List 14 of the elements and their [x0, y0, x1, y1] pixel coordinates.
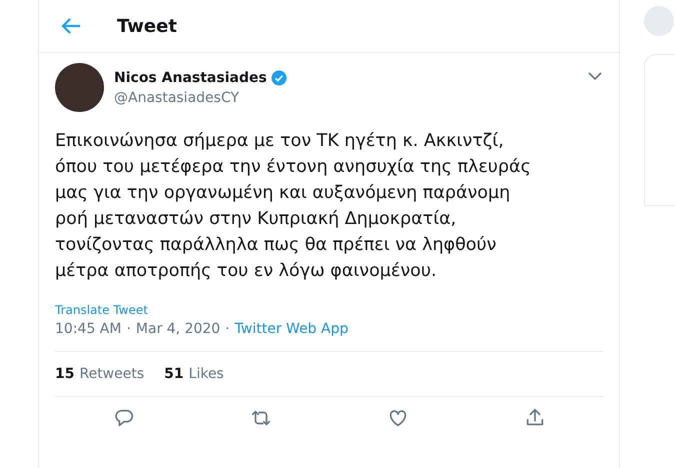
tweet-date: Mar 4, 2020: [136, 321, 220, 337]
separator: ·: [126, 321, 131, 337]
stat-link[interactable]: 51 Likes: [164, 366, 224, 382]
circle-placeholder: [644, 6, 674, 36]
separator: ·: [225, 321, 230, 337]
stat-link[interactable]: 15 Retweets: [55, 366, 144, 382]
more-options-button[interactable]: [587, 71, 603, 81]
author-handle[interactable]: @AnastasiadesCY: [114, 90, 587, 106]
avatar-placeholder[interactable]: [55, 63, 104, 112]
speech-bubble-button[interactable]: [112, 407, 134, 429]
tweet-time: 10:45 AM: [55, 321, 122, 337]
page-title: Tweet: [117, 16, 177, 36]
author-name[interactable]: Nicos Anastasiades: [114, 70, 267, 86]
tweet-text: Επικοινώνησα σήμερα με τον ΤΚ ηγέτη κ. Ακκιντζί, όπου του μετέφερα την έντονη ανησυχία της πλευράς μας για την οργανωμένη και αυξανόμενη παράνομη ροή μεταναστών στην Κυπριακή Δημοκρατία, τονίζοντας παράλληλα πως θα πρέπει να ληφθούν μέτρα αποτροπής του εν λόγω φαινομένου.: [55, 130, 532, 283]
